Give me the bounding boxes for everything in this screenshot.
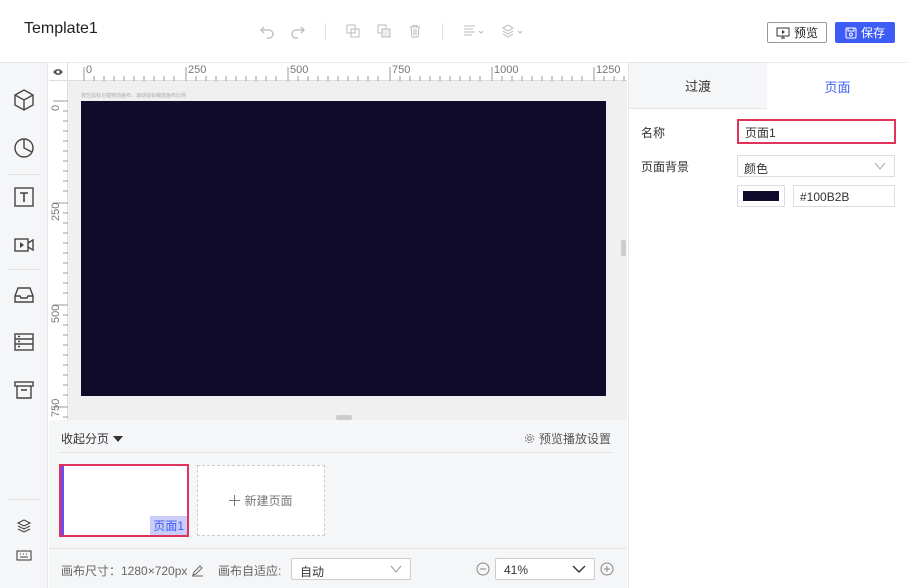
zoom-in-icon[interactable] [600, 562, 614, 579]
preview-button[interactable]: 预览 [767, 22, 827, 43]
preview-play-settings[interactable]: 预览播放设置 [524, 430, 611, 447]
canvas-footer: 画布尺寸：1280×720px 画布自适应: 自动 41% [49, 548, 627, 588]
background-type-select[interactable]: 颜色 [737, 155, 895, 177]
page-background-label: 页面背景 [641, 160, 690, 174]
toolbar-divider [325, 23, 326, 39]
cube-icon[interactable] [12, 88, 36, 112]
ruler-label: 750 [50, 398, 62, 417]
new-page-label: 新建页面 [244, 494, 293, 508]
gear-icon [524, 433, 535, 444]
property-panel: 过渡 页面 名称 页面1 页面背景 颜色 #100B2B [628, 63, 907, 588]
thumbnail-indicator [61, 466, 64, 535]
tab-page[interactable]: 页面 [767, 63, 907, 109]
preview-label: 预览 [793, 26, 818, 40]
save-button[interactable]: 保存 [835, 22, 895, 43]
toolbar-divider [442, 23, 443, 39]
canvas-hint: 按住鼠标左键拖动画布，滚动鼠标缩放画布比例 [81, 93, 187, 99]
pages-panel: 收起分页 预览播放设置 页面1 新建页面 [49, 420, 627, 548]
color-hex-value: #100B2B [800, 190, 850, 204]
top-toolbar: Template1 预览 保存 [0, 0, 907, 63]
inbox-icon[interactable] [12, 283, 36, 307]
duplicate-icon[interactable] [375, 22, 393, 40]
video-icon[interactable] [12, 233, 36, 257]
save-icon [845, 27, 857, 38]
name-label: 名称 [641, 126, 666, 140]
canvas-size: 画布尺寸：1280×720px [61, 562, 204, 579]
ruler-label: 0 [86, 64, 93, 76]
ruler-label: 500 [290, 64, 309, 76]
ruler-horizontal[interactable]: 0 250 500 750 1000 1250 [68, 63, 627, 81]
ruler-label: 250 [188, 64, 207, 76]
ruler-label: 1250 [596, 64, 621, 76]
ruler-label: 0 [50, 104, 62, 111]
page-thumbnail[interactable]: 页面1 [59, 464, 189, 537]
color-swatch [743, 191, 779, 201]
text-icon[interactable] [12, 185, 36, 209]
page-name-input[interactable]: 页面1 [737, 119, 896, 144]
component-sidebar [0, 63, 48, 588]
color-hex-input[interactable]: #100B2B [793, 185, 895, 207]
copy-icon[interactable] [344, 22, 362, 40]
color-picker[interactable] [737, 185, 785, 207]
archive-icon[interactable] [12, 378, 36, 402]
background-type-value: 颜色 [744, 162, 769, 176]
delete-icon[interactable] [406, 22, 424, 40]
sidebar-divider [8, 269, 40, 270]
canvas-size-text: 画布尺寸：1280×720px [61, 564, 188, 578]
redo-icon[interactable] [289, 22, 307, 40]
ruler-label: 1000 [494, 64, 519, 76]
undo-icon[interactable] [258, 22, 276, 40]
canvas-adapt-value: 自动 [300, 565, 325, 579]
keyboard-icon[interactable] [16, 547, 32, 563]
chevron-down-icon [874, 162, 886, 170]
collapse-pages-label: 收起分页 [61, 432, 110, 446]
eye-icon[interactable] [49, 63, 68, 81]
vertical-scrollbar[interactable] [621, 240, 626, 256]
app-title: Template1 [24, 20, 98, 37]
page-thumbnail-label: 页面1 [150, 516, 187, 535]
page-canvas[interactable] [81, 101, 606, 396]
sidebar-divider [8, 174, 40, 175]
plus-icon [229, 495, 241, 506]
chevron-down-icon [390, 565, 402, 573]
save-label: 保存 [860, 26, 885, 40]
ruler-label: 250 [50, 202, 62, 221]
canvas-adapt-select[interactable]: 自动 [291, 558, 411, 580]
canvas-adapt-label: 画布自适应: [218, 564, 282, 578]
ruler-label: 750 [392, 64, 411, 76]
canvas-editor[interactable]: 0 250 500 750 1000 1250 0 250 500 750 按住… [49, 63, 627, 420]
layer-order-icon[interactable] [501, 22, 527, 40]
ruler-vertical[interactable]: 0 250 500 750 [49, 81, 68, 420]
ruler-label: 500 [50, 304, 62, 323]
chevron-down-icon [572, 565, 586, 573]
layers-icon[interactable] [16, 518, 32, 534]
caret-down-icon [113, 435, 124, 442]
pie-chart-icon[interactable] [12, 136, 36, 160]
page-name-value: 页面1 [745, 126, 776, 140]
zoom-out-icon[interactable] [476, 562, 490, 579]
zoom-value: 41% [504, 563, 529, 577]
align-icon[interactable] [462, 22, 488, 40]
pages-divider [59, 452, 614, 453]
tab-transition[interactable]: 过渡 [629, 63, 767, 109]
collapse-pages-toggle[interactable]: 收起分页 [61, 430, 124, 447]
edit-icon[interactable] [191, 564, 204, 577]
sidebar-divider [8, 499, 40, 500]
monitor-icon [776, 27, 790, 38]
zoom-select[interactable]: 41% [495, 558, 595, 580]
new-page-button[interactable]: 新建页面 [197, 465, 325, 536]
list-icon[interactable] [12, 330, 36, 354]
preview-play-settings-label: 预览播放设置 [538, 432, 611, 446]
